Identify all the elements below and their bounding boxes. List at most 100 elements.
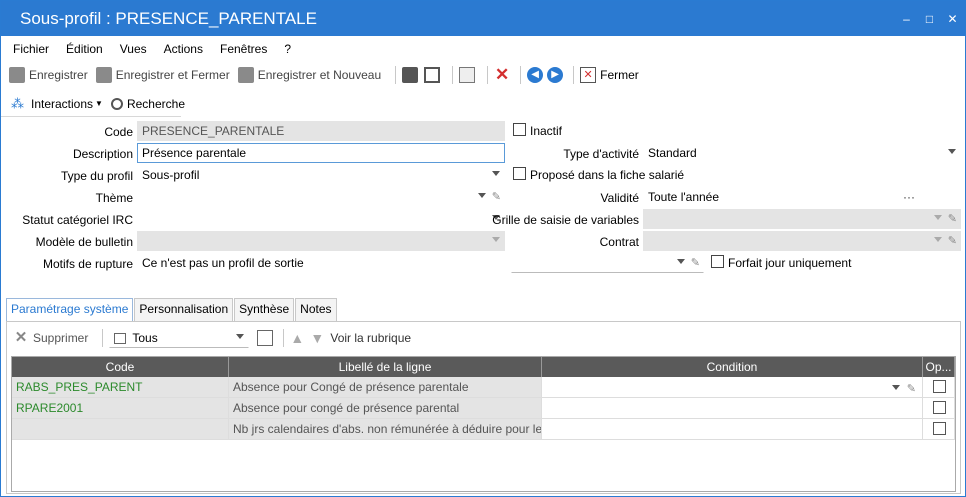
col-condition[interactable]: Condition bbox=[542, 357, 923, 377]
search-icon bbox=[110, 97, 123, 110]
go-to-rubric-button[interactable]: Voir la rubrique bbox=[330, 331, 411, 345]
table-row[interactable]: RPARE2001 Absence pour congé de présence… bbox=[12, 398, 955, 419]
tab-parametrage-systeme[interactable]: Paramétrage système bbox=[6, 298, 134, 321]
interactions-button[interactable]: ⁂ Interactions ▼ bbox=[11, 96, 103, 112]
grid-header: Code Libellé de la ligne Condition Op... bbox=[12, 357, 955, 377]
move-down-icon: ▼ bbox=[310, 330, 325, 346]
proposed-checkbox[interactable] bbox=[513, 167, 526, 180]
delete-icon[interactable]: ✕ bbox=[494, 66, 510, 83]
row-label: Absence pour Congé de présence parentale bbox=[229, 377, 542, 397]
col-code[interactable]: Code bbox=[12, 357, 229, 377]
secondary-toolbar: ⁂ Interactions ▼ Recherche bbox=[1, 91, 185, 117]
rupture-select[interactable]: ✎ bbox=[511, 253, 704, 273]
menu-actions[interactable]: Actions bbox=[164, 42, 203, 56]
toolbar-separator bbox=[573, 66, 575, 84]
col-label[interactable]: Libellé de la ligne bbox=[229, 357, 542, 377]
irc-select[interactable] bbox=[137, 209, 505, 229]
activity-type-label: Type d'activité bbox=[563, 147, 639, 161]
search-button[interactable]: Recherche bbox=[110, 97, 185, 111]
chevron-down-icon bbox=[934, 215, 942, 220]
row-code: RPARE2001 bbox=[12, 398, 229, 418]
save-new-icon bbox=[237, 67, 254, 83]
toolbar-separator bbox=[487, 66, 489, 84]
tab-synthese[interactable]: Synthèse bbox=[234, 298, 295, 321]
edit-icon[interactable]: ✎ bbox=[691, 256, 700, 269]
chevron-down-icon bbox=[934, 237, 942, 242]
inactive-label: Inactif bbox=[530, 124, 563, 138]
close-window-button[interactable]: ✕ bbox=[942, 12, 963, 26]
tab-notes[interactable]: Notes bbox=[295, 298, 337, 321]
previous-icon[interactable]: ◀ bbox=[527, 67, 544, 83]
chevron-down-icon bbox=[677, 259, 685, 264]
toolbar-separator bbox=[283, 329, 285, 347]
validity-label: Validité bbox=[600, 191, 639, 205]
validity-field[interactable]: Toute l'année ··· bbox=[643, 187, 919, 207]
edit-icon[interactable]: ✎ bbox=[907, 379, 916, 397]
activity-type-select[interactable]: Standard bbox=[643, 143, 961, 163]
toolbar-separator bbox=[520, 66, 522, 84]
print-icon[interactable] bbox=[402, 67, 419, 83]
code-label: Code bbox=[104, 125, 133, 139]
next-icon[interactable]: ▶ bbox=[547, 67, 564, 83]
table-row[interactable]: RABS_PRES_PARENT Absence pour Congé de p… bbox=[12, 377, 955, 398]
bulletin-label: Modèle de bulletin bbox=[35, 235, 133, 249]
grid-settings-icon[interactable] bbox=[257, 330, 274, 346]
filter-select[interactable]: Tous bbox=[109, 328, 250, 348]
row-op bbox=[923, 398, 955, 418]
delete-row-button[interactable]: ✕ Supprimer bbox=[13, 329, 89, 346]
forfait-label: Forfait jour uniquement bbox=[728, 256, 852, 270]
row-checkbox[interactable] bbox=[933, 422, 946, 435]
menu-fichier[interactable]: Fichier bbox=[13, 42, 49, 56]
menu-bar: Fichier Édition Vues Actions Fenêtres ? bbox=[1, 38, 965, 60]
menu-fenetres[interactable]: Fenêtres bbox=[220, 42, 267, 56]
profile-type-select[interactable]: Sous-profil bbox=[137, 165, 505, 185]
row-checkbox[interactable] bbox=[933, 401, 946, 414]
description-input[interactable]: Présence parentale bbox=[137, 143, 505, 163]
menu-vues[interactable]: Vues bbox=[120, 42, 147, 56]
row-condition[interactable] bbox=[542, 419, 923, 439]
title-bar: Sous-profil : PRESENCE_PARENTALE ‒ □ ✕ bbox=[1, 1, 965, 36]
tab-bar: Paramétrage système Personnalisation Syn… bbox=[6, 298, 338, 321]
rupture-field: Ce n'est pas un profil de sortie bbox=[142, 256, 304, 270]
toolbar-separator bbox=[395, 66, 397, 84]
copy-icon[interactable] bbox=[459, 67, 476, 83]
minimize-button[interactable]: ‒ bbox=[896, 12, 917, 26]
save-button[interactable]: Enregistrer bbox=[9, 67, 88, 83]
delete-icon: ✕ bbox=[14, 329, 28, 346]
main-toolbar: Enregistrer Enregistrer et Fermer Enregi… bbox=[1, 62, 965, 88]
menu-help[interactable]: ? bbox=[284, 42, 291, 56]
row-code: RABS_PRES_PARENT bbox=[12, 377, 229, 397]
ellipsis-button[interactable]: ··· bbox=[903, 190, 915, 204]
move-up-icon: ▲ bbox=[290, 330, 305, 346]
forfait-checkbox[interactable] bbox=[711, 255, 724, 268]
close-button[interactable]: ✕ Fermer bbox=[580, 67, 639, 83]
code-field: PRESENCE_PARENTALE bbox=[137, 121, 505, 141]
tab-personnalisation[interactable]: Personnalisation bbox=[134, 298, 234, 321]
chevron-down-icon bbox=[492, 237, 500, 242]
grid-toolbar: ✕ Supprimer Tous ▲ ▼ Voir la rubrique bbox=[7, 322, 960, 354]
theme-select[interactable]: ✎ bbox=[137, 187, 505, 207]
chevron-down-icon bbox=[892, 385, 900, 390]
table-row[interactable]: Nb jrs calendaires d'abs. non rémunérée … bbox=[12, 419, 955, 440]
row-condition[interactable]: ✎ bbox=[542, 377, 923, 397]
lines-grid: Code Libellé de la ligne Condition Op...… bbox=[11, 356, 956, 492]
rupture-label: Motifs de rupture bbox=[42, 257, 133, 271]
save-new-button[interactable]: Enregistrer et Nouveau bbox=[237, 67, 381, 83]
row-label: Nb jrs calendaires d'abs. non rémunérée … bbox=[229, 419, 542, 439]
save-close-button[interactable]: Enregistrer et Fermer bbox=[95, 67, 230, 83]
table-icon bbox=[114, 333, 127, 345]
inactive-checkbox[interactable] bbox=[513, 123, 526, 136]
window-title: Sous-profil : PRESENCE_PARENTALE bbox=[20, 8, 317, 28]
variables-label: Grille de saisie de variables bbox=[492, 213, 639, 227]
irc-label: Statut catégoriel IRC bbox=[22, 213, 133, 227]
row-code bbox=[12, 419, 229, 439]
menu-edition[interactable]: Édition bbox=[66, 42, 103, 56]
row-condition[interactable] bbox=[542, 398, 923, 418]
row-op bbox=[923, 377, 955, 397]
proposed-label: Proposé dans la fiche salarié bbox=[530, 168, 685, 182]
col-op[interactable]: Op... bbox=[923, 357, 955, 377]
maximize-button[interactable]: □ bbox=[919, 12, 940, 26]
edit-icon[interactable]: ✎ bbox=[492, 190, 501, 203]
print-preview-icon[interactable] bbox=[424, 67, 441, 83]
row-checkbox[interactable] bbox=[933, 380, 946, 393]
